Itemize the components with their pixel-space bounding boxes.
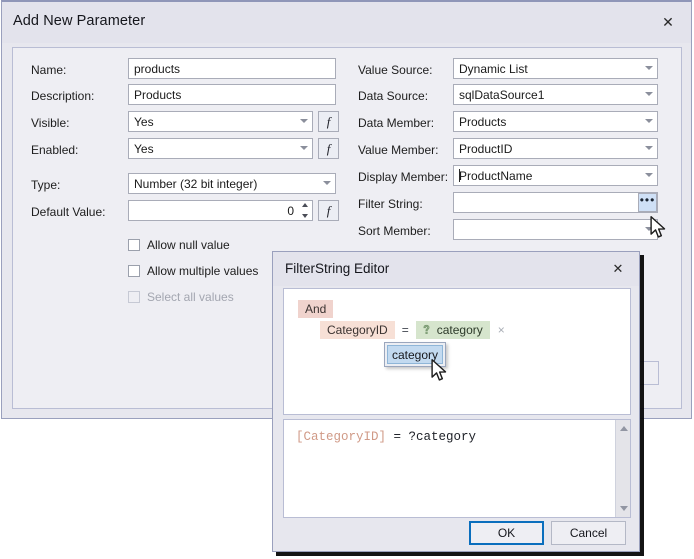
filter-dialog-footer: OK Cancel <box>273 517 639 551</box>
checkbox-box <box>128 265 140 277</box>
filter-dialog-title: FilterString Editor <box>285 261 389 276</box>
filter-string-ellipsis-button[interactable]: ••• <box>638 193 657 212</box>
default-value-label: Default Value: <box>31 205 106 219</box>
data-member-select[interactable]: Products <box>453 111 658 132</box>
visible-label: Visible: <box>31 116 69 130</box>
close-icon[interactable]: ✕ <box>655 11 681 33</box>
data-member-value: Products <box>459 115 506 129</box>
value-member-value: ProductID <box>459 142 512 156</box>
default-value-text: 0 <box>287 204 294 218</box>
dropdown-option-category[interactable]: category <box>387 345 443 364</box>
checkbox-allow-multiple-values[interactable]: Allow multiple values <box>128 264 258 278</box>
type-select[interactable]: Number (32 bit integer) <box>128 173 336 194</box>
name-label: Name: <box>31 63 66 77</box>
visible-select-value: Yes <box>134 115 154 129</box>
name-input[interactable]: products <box>128 58 336 79</box>
default-value-expression-button[interactable]: f <box>318 200 339 221</box>
data-source-select[interactable]: sqlDataSource1 <box>453 84 658 105</box>
checkbox-label: Allow null value <box>147 238 230 252</box>
filter-tree-area: And CategoryID = category × category <box>283 288 631 415</box>
filter-string-label: Filter String: <box>358 197 423 211</box>
sort-member-select[interactable] <box>453 219 658 240</box>
visible-select[interactable]: Yes <box>128 111 313 132</box>
scroll-up-icon[interactable] <box>616 421 631 436</box>
checkbox-box <box>128 291 140 303</box>
expression-rest-token: = ?category <box>386 430 476 444</box>
description-input[interactable]: Products <box>128 84 336 105</box>
data-source-value: sqlDataSource1 <box>459 88 544 102</box>
filter-string-input[interactable] <box>453 192 658 213</box>
checkbox-label: Select all values <box>147 290 234 304</box>
chevron-down-icon <box>645 92 653 96</box>
description-label: Description: <box>31 89 94 103</box>
scroll-down-icon[interactable] <box>616 501 631 516</box>
enabled-label: Enabled: <box>31 143 78 157</box>
enabled-expression-button[interactable]: f <box>318 138 339 159</box>
cancel-button[interactable]: Cancel <box>551 521 626 545</box>
filter-group-operator[interactable]: And <box>298 300 333 318</box>
value-source-select[interactable]: Dynamic List <box>453 58 658 79</box>
visible-expression-button[interactable]: f <box>318 111 339 132</box>
parameter-dropdown: category <box>384 342 446 367</box>
chevron-down-icon <box>300 146 308 150</box>
data-source-label: Data Source: <box>358 89 428 103</box>
chevron-down-icon <box>300 119 308 123</box>
remove-condition-icon[interactable]: × <box>498 324 505 336</box>
chevron-down-icon <box>645 66 653 70</box>
filter-value-text: category <box>437 323 483 337</box>
type-select-value: Number (32 bit integer) <box>134 177 257 191</box>
filter-condition-row: CategoryID = category × <box>320 321 505 339</box>
chevron-down-icon <box>645 146 653 150</box>
filter-expression-text: [CategoryID] = ?category <box>296 430 476 444</box>
default-value-input[interactable]: 0 <box>128 200 313 221</box>
display-member-select[interactable]: ProductName <box>453 165 658 186</box>
checkbox-box <box>128 239 140 251</box>
filter-field-node[interactable]: CategoryID <box>320 321 395 339</box>
filter-dialog-titlebar: FilterString Editor ✕ <box>273 252 639 286</box>
value-member-label: Value Member: <box>358 143 438 157</box>
type-label: Type: <box>31 178 60 192</box>
display-member-value: ProductName <box>459 169 532 183</box>
dialog-titlebar: Add New Parameter ✕ <box>2 2 691 43</box>
enabled-select-value: Yes <box>134 142 154 156</box>
chevron-down-icon <box>645 173 653 177</box>
chevron-down-icon <box>645 119 653 123</box>
value-member-select[interactable]: ProductID <box>453 138 658 159</box>
ok-button[interactable]: OK <box>469 521 544 545</box>
checkbox-select-all-values: Select all values <box>128 290 234 304</box>
display-member-label: Display Member: <box>358 170 448 184</box>
chevron-down-icon <box>323 181 331 185</box>
filter-value-node[interactable]: category <box>416 321 490 339</box>
expression-scrollbar[interactable] <box>615 420 630 517</box>
value-source-value: Dynamic List <box>459 62 528 76</box>
parameter-icon <box>421 324 432 336</box>
chevron-down-icon <box>645 227 653 231</box>
sort-member-label: Sort Member: <box>358 224 431 238</box>
close-icon[interactable]: ✕ <box>607 259 629 279</box>
enabled-select[interactable]: Yes <box>128 138 313 159</box>
expression-field-token: [CategoryID] <box>296 430 386 444</box>
filter-operator-node[interactable]: = <box>402 323 409 337</box>
data-member-label: Data Member: <box>358 116 434 130</box>
filter-expression-textarea[interactable]: [CategoryID] = ?category <box>283 419 631 518</box>
filterstring-editor-dialog: FilterString Editor ✕ And CategoryID = c… <box>272 251 640 552</box>
quantity-stepper[interactable] <box>298 202 311 219</box>
page-title: Add New Parameter <box>13 13 145 29</box>
checkbox-label: Allow multiple values <box>147 264 258 278</box>
checkbox-allow-null-value[interactable]: Allow null value <box>128 238 230 252</box>
value-source-label: Value Source: <box>358 63 433 77</box>
